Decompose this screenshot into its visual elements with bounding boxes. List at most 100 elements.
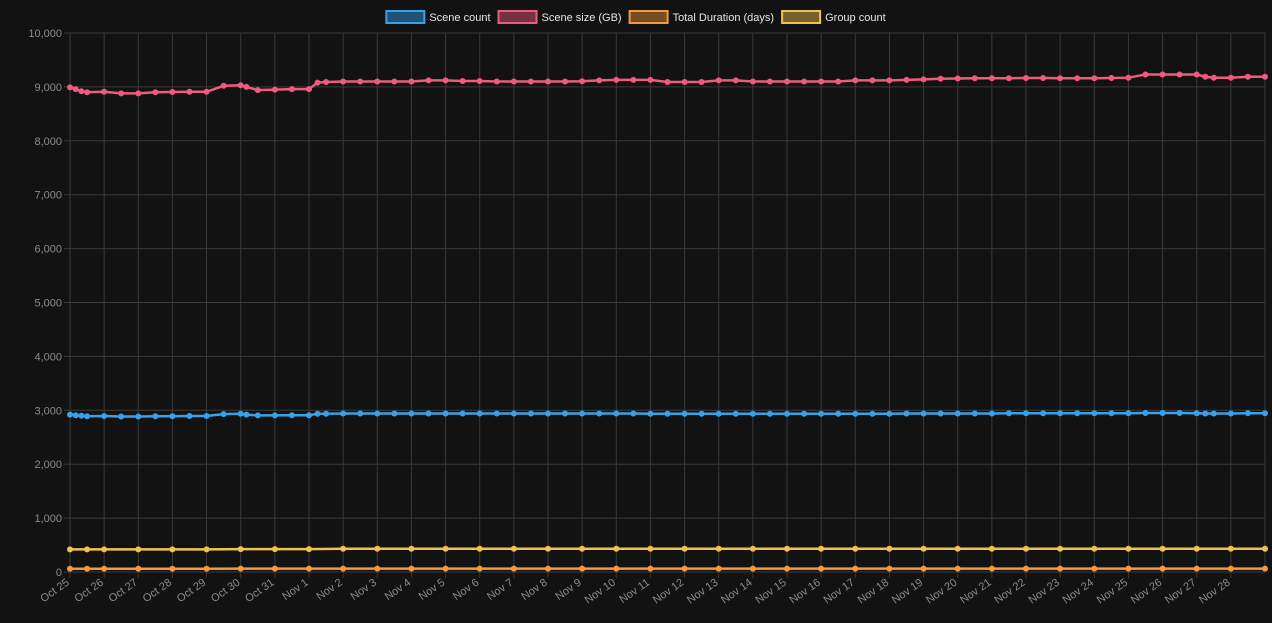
data-point[interactable]: [1193, 545, 1200, 552]
data-point[interactable]: [306, 546, 312, 553]
data-point[interactable]: [545, 545, 551, 552]
data-point[interactable]: [203, 413, 210, 419]
data-point[interactable]: [408, 545, 415, 552]
data-point[interactable]: [169, 413, 176, 420]
data-point[interactable]: [442, 410, 449, 417]
data-point[interactable]: [135, 565, 142, 572]
data-point[interactable]: [1074, 410, 1081, 417]
data-point[interactable]: [118, 90, 125, 97]
data-point[interactable]: [476, 545, 483, 552]
data-point[interactable]: [1125, 74, 1132, 81]
data-point[interactable]: [1202, 73, 1209, 80]
data-point[interactable]: [1227, 565, 1234, 572]
legend-item[interactable]: Scene size (GB): [497, 10, 622, 24]
data-point[interactable]: [271, 86, 278, 93]
data-point[interactable]: [784, 545, 790, 552]
data-point[interactable]: [243, 411, 250, 418]
data-point[interactable]: [784, 565, 790, 572]
data-point[interactable]: [1227, 545, 1234, 552]
data-point[interactable]: [374, 545, 381, 552]
data-point[interactable]: [1262, 565, 1268, 572]
data-point[interactable]: [1125, 410, 1132, 417]
data-point[interactable]: [237, 565, 244, 572]
data-point[interactable]: [203, 88, 210, 95]
data-point[interactable]: [374, 78, 381, 85]
data-point[interactable]: [323, 79, 330, 85]
data-point[interactable]: [715, 545, 722, 552]
data-point[interactable]: [1176, 71, 1183, 78]
data-point[interactable]: [340, 545, 347, 552]
data-point[interactable]: [1202, 410, 1209, 417]
data-point[interactable]: [78, 88, 85, 95]
data-point[interactable]: [135, 413, 142, 420]
data-point[interactable]: [408, 410, 415, 417]
data-point[interactable]: [801, 410, 808, 417]
data-point[interactable]: [72, 86, 79, 93]
data-point[interactable]: [67, 411, 73, 418]
data-point[interactable]: [852, 410, 859, 417]
data-point[interactable]: [1125, 565, 1132, 572]
data-point[interactable]: [766, 410, 773, 417]
data-point[interactable]: [527, 78, 534, 85]
data-point[interactable]: [613, 565, 620, 572]
data-point[interactable]: [510, 565, 517, 572]
data-point[interactable]: [391, 410, 398, 417]
data-point[interactable]: [886, 77, 893, 84]
data-point[interactable]: [101, 88, 108, 95]
data-point[interactable]: [1057, 545, 1064, 552]
data-point[interactable]: [271, 546, 278, 553]
data-point[interactable]: [1159, 565, 1166, 572]
data-point[interactable]: [596, 77, 603, 84]
data-point[interactable]: [920, 410, 927, 417]
data-point[interactable]: [630, 76, 637, 83]
data-point[interactable]: [920, 76, 927, 83]
data-point[interactable]: [562, 410, 569, 417]
data-point[interactable]: [545, 565, 551, 572]
data-point[interactable]: [869, 77, 876, 84]
data-point[interactable]: [1262, 545, 1268, 552]
data-point[interactable]: [579, 565, 586, 572]
data-point[interactable]: [1005, 75, 1012, 82]
data-point[interactable]: [340, 565, 347, 572]
data-point[interactable]: [476, 410, 483, 417]
legend-item[interactable]: Scene count: [385, 10, 491, 24]
data-point[interactable]: [664, 79, 671, 85]
data-point[interactable]: [988, 565, 995, 572]
data-point[interactable]: [84, 89, 91, 96]
data-point[interactable]: [698, 79, 705, 85]
data-point[interactable]: [852, 565, 859, 572]
data-point[interactable]: [101, 565, 108, 572]
data-point[interactable]: [1040, 410, 1047, 417]
data-point[interactable]: [374, 565, 381, 572]
data-point[interactable]: [784, 78, 790, 85]
data-point[interactable]: [749, 565, 756, 572]
data-point[interactable]: [476, 78, 483, 84]
data-point[interactable]: [1057, 565, 1064, 572]
data-point[interactable]: [732, 77, 739, 84]
data-point[interactable]: [67, 565, 73, 572]
data-point[interactable]: [681, 79, 688, 85]
data-point[interactable]: [1227, 410, 1234, 417]
data-point[interactable]: [306, 86, 312, 93]
data-point[interactable]: [288, 86, 295, 93]
data-point[interactable]: [152, 413, 159, 420]
data-point[interactable]: [1159, 71, 1166, 78]
data-point[interactable]: [340, 78, 347, 85]
data-point[interactable]: [152, 89, 159, 96]
data-point[interactable]: [681, 545, 688, 552]
data-point[interactable]: [442, 565, 449, 572]
data-point[interactable]: [749, 410, 756, 417]
data-point[interactable]: [732, 410, 739, 417]
data-point[interactable]: [749, 78, 756, 85]
data-point[interactable]: [630, 410, 637, 417]
data-point[interactable]: [1023, 410, 1029, 417]
data-point[interactable]: [1057, 75, 1064, 82]
data-point[interactable]: [954, 565, 961, 572]
data-point[interactable]: [971, 75, 978, 82]
data-point[interactable]: [681, 565, 688, 572]
data-point[interactable]: [681, 410, 688, 417]
data-point[interactable]: [425, 77, 432, 84]
data-point[interactable]: [988, 545, 995, 552]
data-point[interactable]: [903, 76, 910, 83]
data-point[interactable]: [749, 545, 756, 552]
